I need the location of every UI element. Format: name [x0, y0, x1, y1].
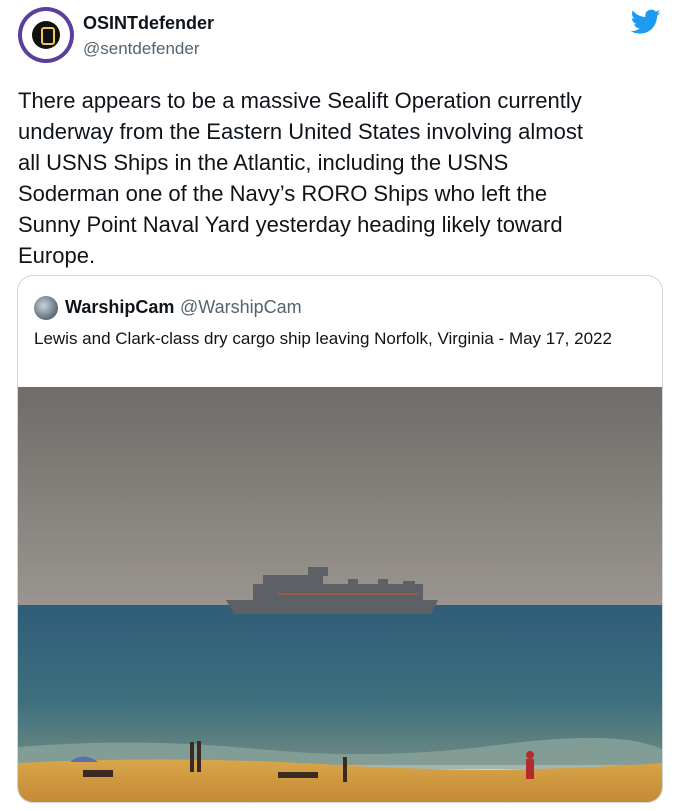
avatar-badge-ring [22, 11, 70, 59]
twitter-bird-icon[interactable] [631, 9, 661, 35]
ship-stripe [278, 593, 418, 595]
author-avatar[interactable] [18, 7, 74, 63]
quoted-tweet-text: Lewis and Clark-class dry cargo ship lea… [34, 329, 612, 348]
author-handle[interactable]: @sentdefender [83, 39, 200, 59]
sky [18, 387, 662, 607]
quoted-author-handle: @WarshipCam [180, 297, 302, 317]
tweet-text: There appears to be a massive Sealift Op… [18, 88, 583, 268]
quoted-author-avatar [34, 296, 58, 320]
quoted-tweet-card[interactable]: WarshipCam @WarshipCam Lewis and Clark-c… [17, 275, 663, 803]
person-red [526, 751, 534, 779]
author-name[interactable]: OSINTdefender [83, 13, 214, 34]
avatar-emblem [32, 21, 60, 49]
ship-photo[interactable] [18, 387, 662, 802]
quoted-author-name: WarshipCam [65, 297, 175, 317]
